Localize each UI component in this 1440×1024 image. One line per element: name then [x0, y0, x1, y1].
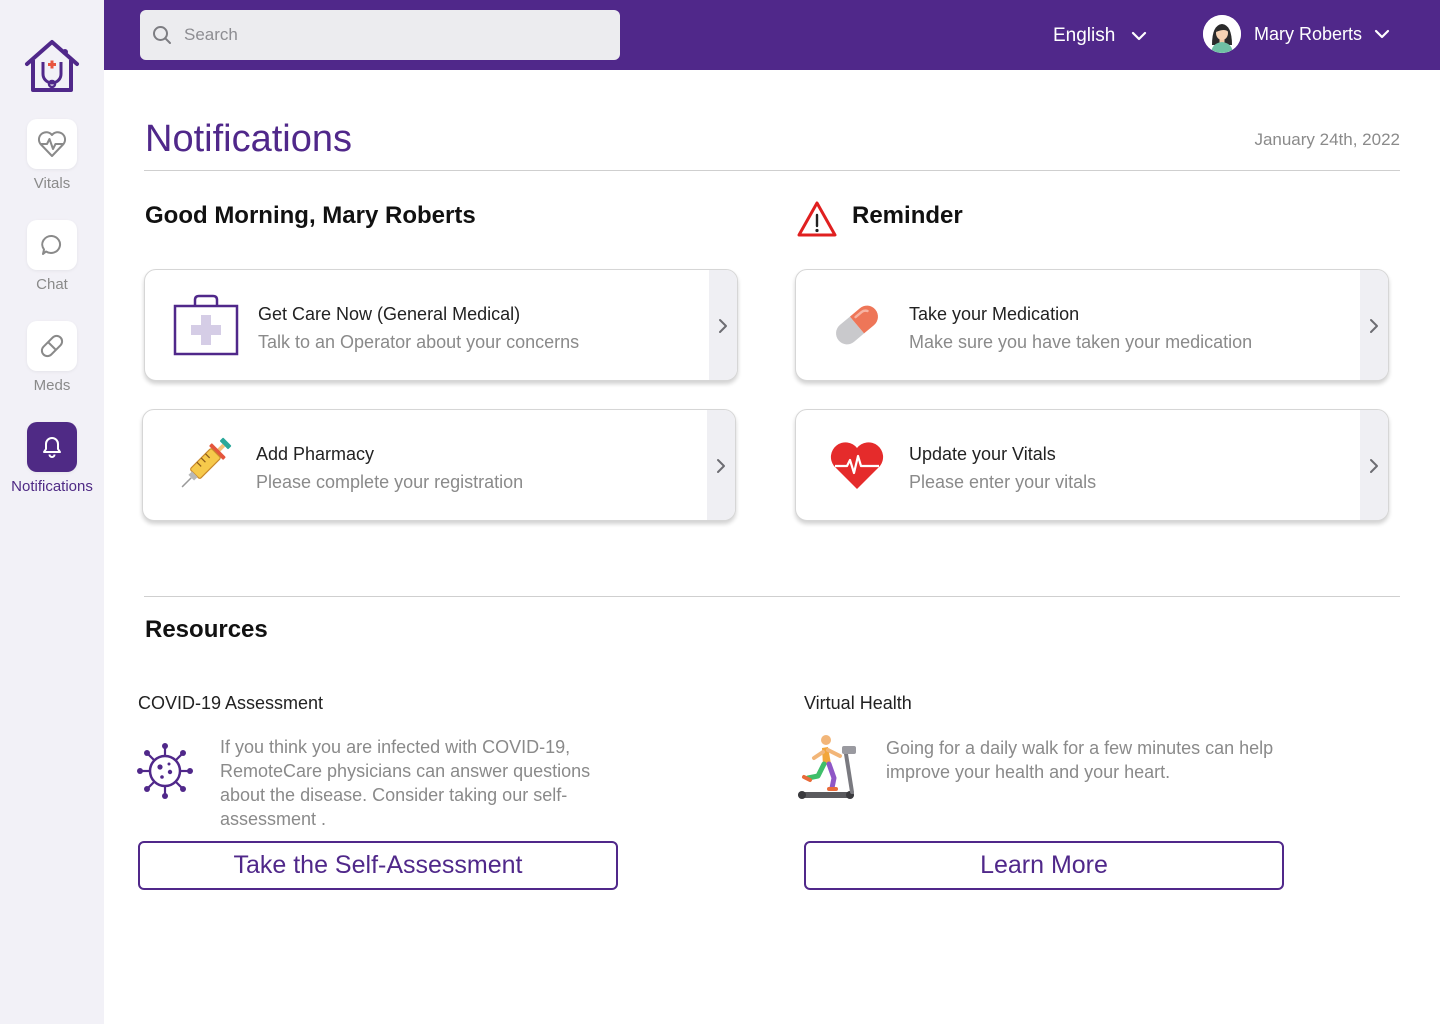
language-selector[interactable]: English [1053, 25, 1147, 47]
treadmill-icon [796, 732, 862, 809]
card-title: Take your Medication [909, 304, 1080, 324]
search-icon [153, 26, 171, 44]
covid-assessment-text: If you think you are infected with COVID… [220, 737, 591, 829]
warning-icon [796, 200, 838, 243]
card-get-care-now[interactable]: Get Care Now (General Medical) Talk to a… [144, 269, 738, 381]
chevron-right-icon [1370, 319, 1378, 333]
chevron-down-icon [1374, 29, 1390, 39]
card-subtitle: Please enter your vitals [909, 472, 1097, 492]
sidebar-tile-vitals[interactable] [27, 119, 77, 169]
search-box[interactable] [140, 10, 620, 60]
syringe-icon [169, 430, 239, 500]
sidebar-tile-chat[interactable] [27, 220, 77, 270]
card-title: Get Care Now (General Medical) [258, 304, 521, 324]
pill-icon [40, 334, 64, 358]
chevron-right-icon [719, 319, 727, 333]
top-bar: English Mary Roberts [104, 0, 1440, 70]
card-update-vitals[interactable]: Update your Vitals Please enter your vit… [795, 409, 1389, 521]
sidebar-tile-meds[interactable] [27, 321, 77, 371]
card-title: Update your Vitals [909, 444, 1056, 464]
reminder-heading: Reminder [852, 202, 963, 229]
sidebar-item-vitals[interactable]: Vitals [0, 119, 104, 192]
chevron-down-icon [1132, 31, 1147, 41]
covid-assessment-heading: COVID-19 Assessment [138, 693, 324, 713]
page-date: January 24th, 2022 [1254, 130, 1400, 149]
home-care-logo-icon[interactable] [21, 38, 83, 94]
user-menu[interactable]: Mary Roberts [1203, 15, 1390, 53]
sidebar-item-meds[interactable]: Meds [0, 321, 104, 394]
card-subtitle: Talk to an Operator about your concerns [258, 332, 580, 352]
learn-more-button[interactable]: Learn More [804, 841, 1284, 890]
sidebar-label-chat: Chat [36, 276, 68, 293]
virus-icon [136, 742, 194, 805]
sidebar-item-chat[interactable]: Chat [0, 220, 104, 293]
virtual-health-heading: Virtual Health [804, 693, 912, 713]
sidebar: Vitals Chat Meds Notifications [0, 0, 104, 1024]
card-subtitle: Make sure you have taken your medication [909, 332, 1253, 352]
user-avatar-icon [1203, 15, 1241, 53]
card-chevron[interactable] [1360, 410, 1388, 520]
avatar[interactable] [1203, 15, 1241, 53]
chevron-right-icon [1370, 459, 1378, 473]
card-chevron[interactable] [707, 410, 735, 520]
heart-rate-icon [822, 430, 892, 500]
heart-pulse-icon [37, 131, 67, 157]
card-chevron[interactable] [709, 270, 737, 380]
card-chevron[interactable] [1360, 270, 1388, 380]
sidebar-tile-notifications[interactable] [27, 422, 77, 472]
card-title: Add Pharmacy [256, 444, 375, 464]
bell-icon [43, 437, 61, 458]
header-divider [144, 170, 1400, 171]
resources-divider [144, 596, 1400, 597]
user-name: Mary Roberts [1254, 23, 1363, 44]
sidebar-item-notifications[interactable]: Notifications [0, 422, 104, 495]
search-input[interactable] [184, 25, 584, 45]
greeting-heading: Good Morning, Mary Roberts [145, 202, 476, 229]
chat-icon [41, 234, 61, 255]
chevron-right-icon [717, 459, 725, 473]
sidebar-label-meds: Meds [33, 377, 71, 394]
take-self-assessment-button[interactable]: Take the Self-Assessment [138, 841, 618, 890]
card-add-pharmacy[interactable]: Add Pharmacy Please complete your regist… [142, 409, 736, 521]
sidebar-label-notifications: Notifications [11, 478, 93, 495]
virtual-health-text: Going for a daily walk for a few minutes… [886, 738, 1274, 782]
capsule-icon [822, 290, 892, 360]
medical-kit-icon [171, 290, 241, 360]
language-label: English [1053, 25, 1116, 46]
resources-heading: Resources [145, 616, 268, 643]
card-take-medication[interactable]: Take your Medication Make sure you have … [795, 269, 1389, 381]
sidebar-label-vitals: Vitals [33, 175, 71, 192]
card-subtitle: Please complete your registration [256, 472, 524, 492]
page-title: Notifications [145, 118, 352, 160]
